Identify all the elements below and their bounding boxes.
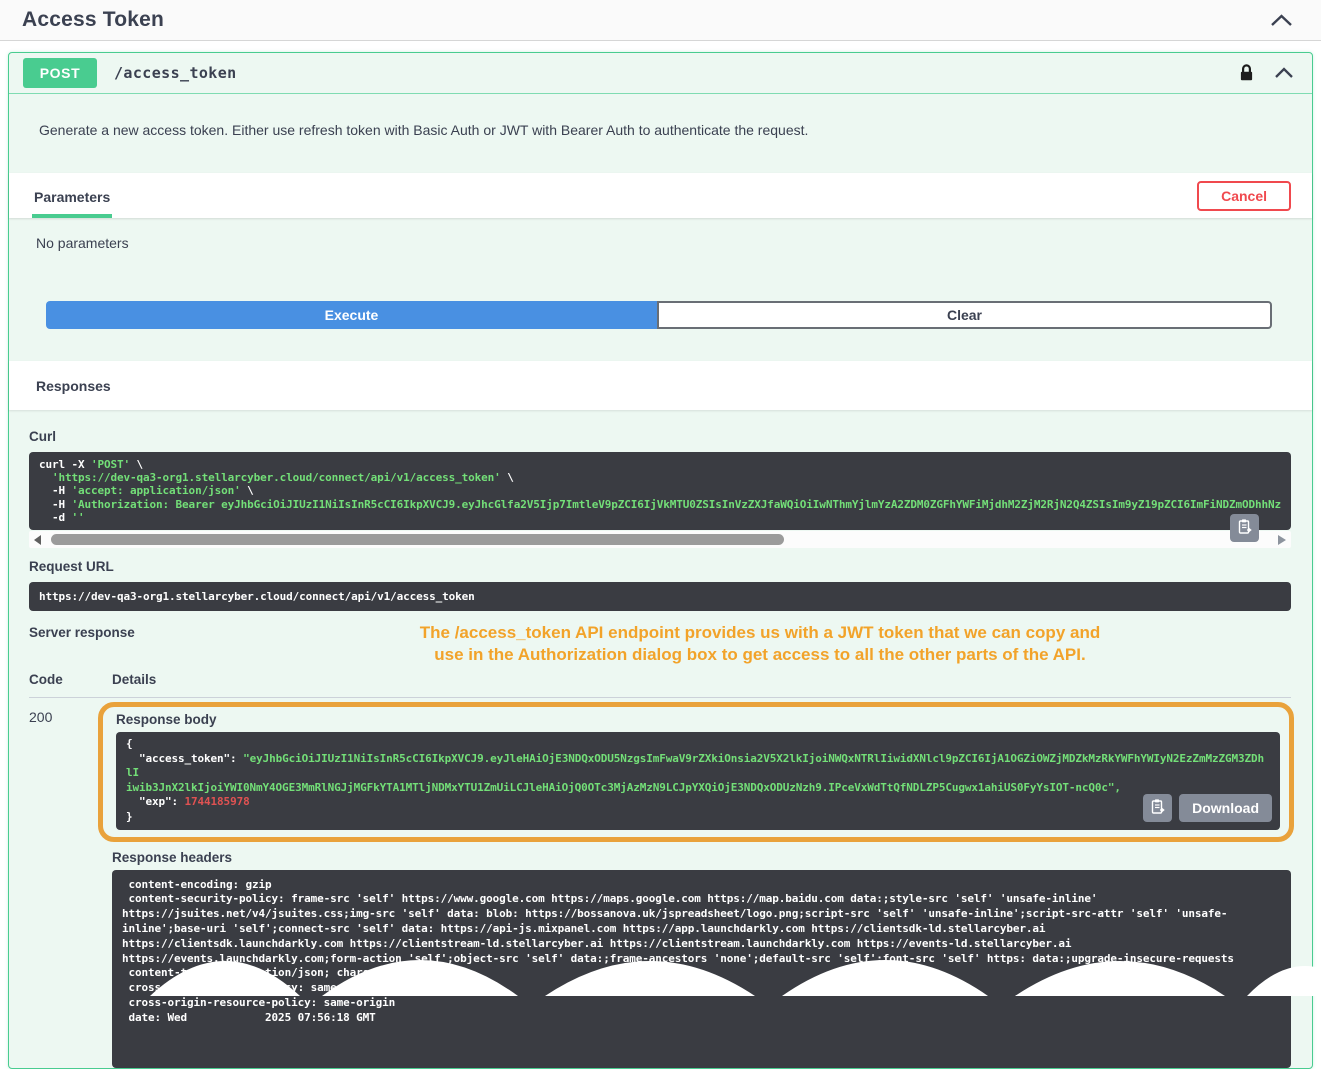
response-body-label: Response body bbox=[116, 712, 1280, 727]
response-row-200: 200 Response body { "access_token": "eyJ… bbox=[29, 706, 1291, 1068]
curl-wrapper: curl -X 'POST' \ 'https://dev-qa3-org1.s… bbox=[29, 452, 1291, 548]
response-header-line: cross-origin-resource-policy: same-origi… bbox=[122, 996, 1281, 1011]
page-title: Access Token bbox=[22, 8, 164, 32]
server-response-label: Server response bbox=[29, 625, 135, 640]
response-header-line: content-encoding: gzip bbox=[122, 878, 1281, 893]
execute-button-group: Execute Clear bbox=[46, 301, 1272, 329]
responses-section-title: Responses bbox=[9, 361, 1312, 410]
response-header-line: https://jsuites.net/v4/jsuites.css;img-s… bbox=[122, 907, 1281, 922]
clear-button[interactable]: Clear bbox=[657, 301, 1272, 329]
section-header: Access Token bbox=[0, 0, 1321, 41]
response-header-line: https://events.launchdarkly.com;form-act… bbox=[122, 952, 1281, 967]
scroll-right-arrow-icon[interactable] bbox=[1278, 535, 1286, 545]
response-body-json: { "access_token": "eyJhbGciOiJIUzI1NiIsI… bbox=[116, 732, 1280, 830]
download-button[interactable]: Download bbox=[1179, 794, 1272, 822]
curl-copy-button[interactable] bbox=[1230, 514, 1259, 542]
response-header-line: https://clientsdk.launchdarkly.com https… bbox=[122, 937, 1281, 952]
endpoint-path: /access_token bbox=[114, 64, 237, 82]
response-copy-button[interactable] bbox=[1143, 794, 1172, 822]
execute-button[interactable]: Execute bbox=[46, 301, 657, 329]
chevron-up-icon bbox=[1274, 67, 1294, 82]
response-table-header: Code Details bbox=[29, 672, 1291, 687]
clipboard-icon bbox=[1150, 798, 1166, 818]
clipboard-icon bbox=[1237, 518, 1253, 538]
details-column-header: Details bbox=[112, 672, 156, 687]
response-headers-block: content-encoding: gzip content-security-… bbox=[112, 870, 1291, 1068]
parameters-header: Parameters Cancel bbox=[9, 173, 1312, 218]
responses-content: Curl curl -X 'POST' \ 'https://dev-qa3-o… bbox=[9, 410, 1312, 1068]
opblock-summary[interactable]: POST /access_token bbox=[9, 53, 1312, 94]
request-url-label: Request URL bbox=[29, 559, 1291, 574]
response-header-line: content-type: application/json; charset=… bbox=[122, 966, 1281, 981]
cancel-button[interactable]: Cancel bbox=[1197, 181, 1291, 211]
method-badge: POST bbox=[23, 58, 97, 88]
annotation-note: The /access_token API endpoint provides … bbox=[329, 622, 1191, 666]
scroll-left-arrow-icon[interactable] bbox=[34, 535, 41, 545]
response-header-line: content-security-policy: frame-src 'self… bbox=[122, 892, 1281, 907]
curl-command: curl -X 'POST' \ 'https://dev-qa3-org1.s… bbox=[29, 452, 1291, 530]
annotation-line-1: The /access_token API endpoint provides … bbox=[329, 622, 1191, 644]
chevron-up-icon bbox=[1270, 15, 1293, 30]
response-body-highlight: Response body { "access_token": "eyJhbGc… bbox=[98, 702, 1294, 842]
response-header-line: cross-origin-opener-policy: same-origin bbox=[122, 981, 1281, 996]
tab-parameters: Parameters bbox=[32, 173, 112, 218]
scrollbar-track[interactable] bbox=[49, 534, 1270, 545]
response-headers-label: Response headers bbox=[112, 850, 1291, 865]
request-url-value: https://dev-qa3-org1.stellarcyber.cloud/… bbox=[29, 582, 1291, 611]
lock-icon bbox=[1238, 71, 1255, 86]
response-header-line: inline';base-uri 'self';connect-src 'sel… bbox=[122, 922, 1281, 937]
server-response-row: Server response The /access_token API en… bbox=[29, 624, 1291, 672]
code-column-header: Code bbox=[29, 672, 112, 687]
response-details: Response body { "access_token": "eyJhbGc… bbox=[112, 706, 1291, 1068]
section-collapse-button[interactable] bbox=[1268, 12, 1295, 29]
table-divider bbox=[29, 697, 1291, 698]
scrollbar-thumb[interactable] bbox=[51, 534, 784, 545]
opblock-collapse-button[interactable] bbox=[1272, 65, 1296, 81]
annotation-line-2: use in the Authorization dialog box to g… bbox=[329, 644, 1191, 666]
opblock-post-access-token: POST /access_token Generate a new access… bbox=[8, 52, 1313, 1069]
curl-horizontal-scrollbar[interactable] bbox=[29, 531, 1291, 548]
response-header-line: date: Wed 2025 07:56:18 GMT bbox=[122, 1011, 1281, 1026]
curl-label: Curl bbox=[29, 429, 1291, 444]
no-parameters-text: No parameters bbox=[9, 218, 1312, 251]
endpoint-description: Generate a new access token. Either use … bbox=[9, 94, 1312, 173]
authorize-button[interactable] bbox=[1236, 61, 1257, 85]
